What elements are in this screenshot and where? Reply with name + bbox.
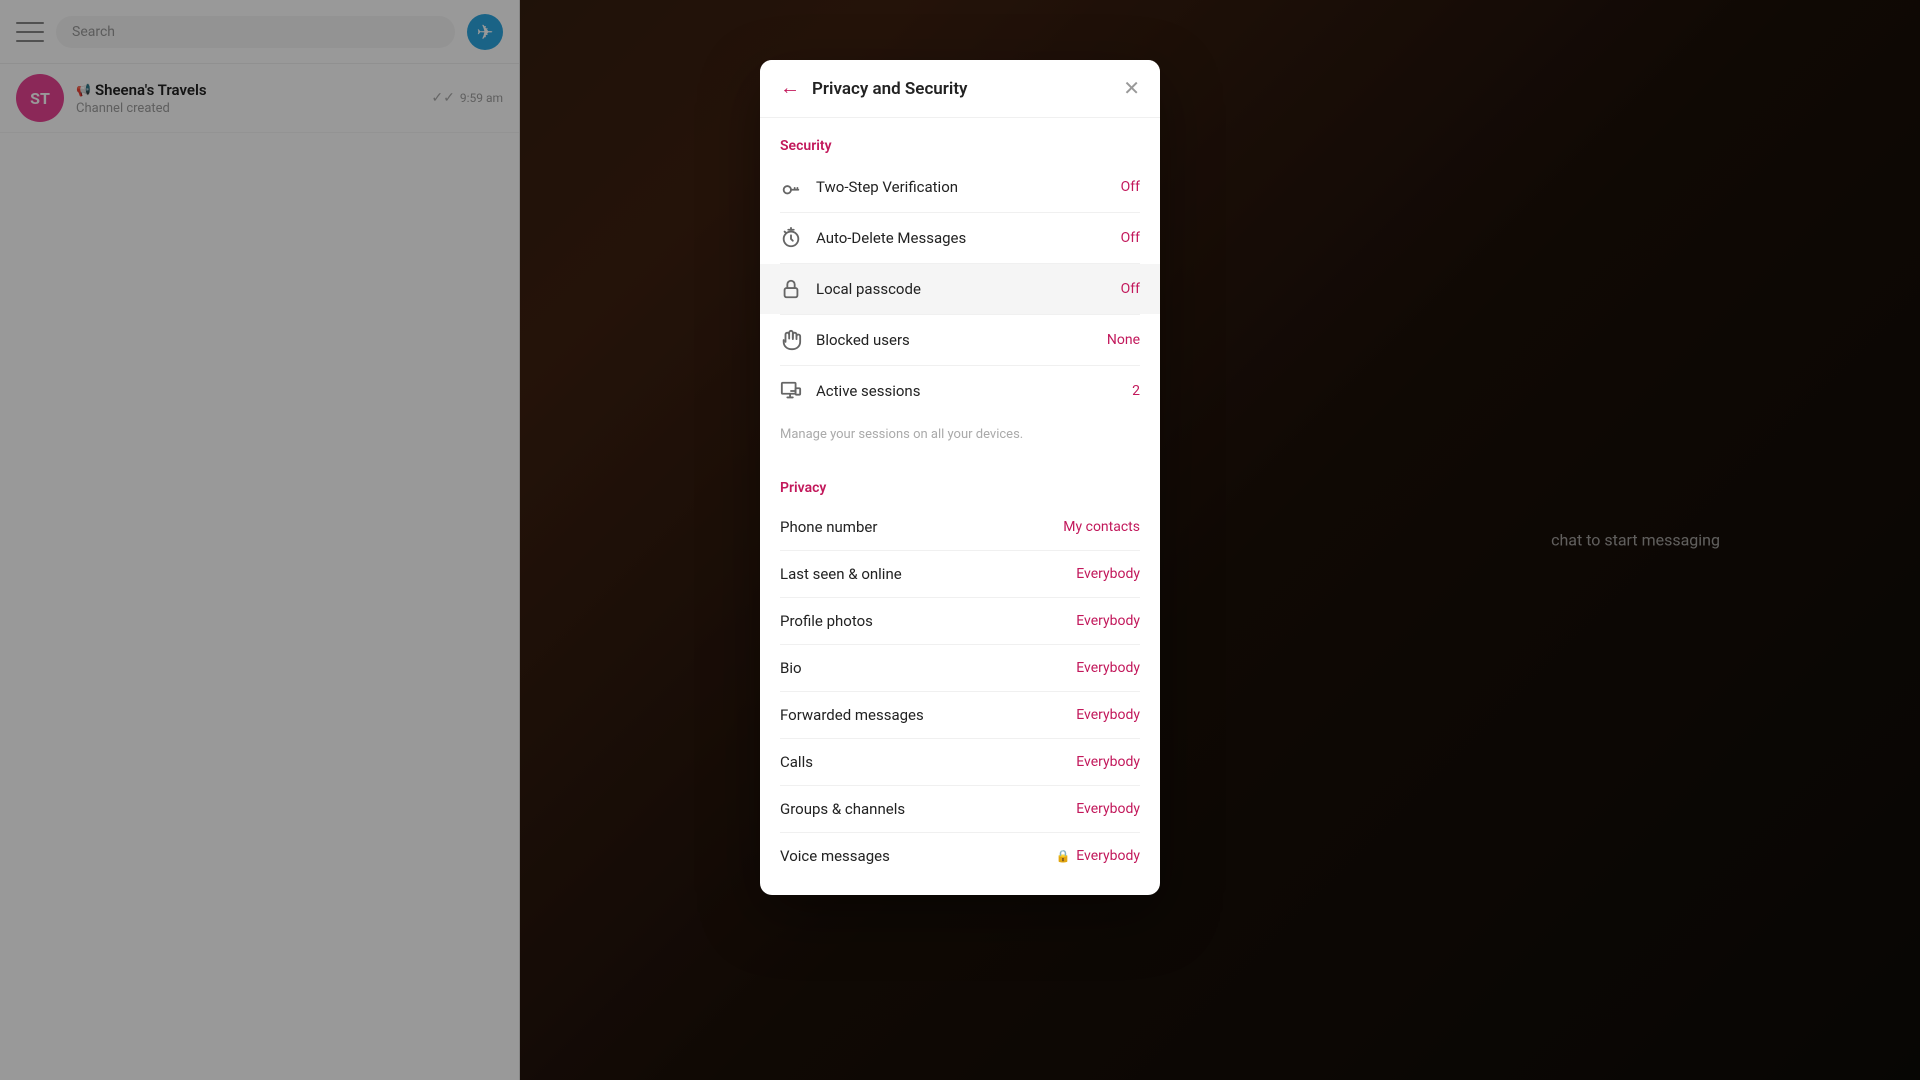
item-label-bio: Bio <box>780 659 1062 677</box>
item-value-last-seen: Everybody <box>1076 566 1140 582</box>
settings-item-phone-number[interactable]: Phone number My contacts <box>760 504 1160 550</box>
lock-badge-icon: 🔒 <box>1056 849 1071 863</box>
item-label-auto-delete: Auto-Delete Messages <box>816 229 1107 247</box>
settings-item-auto-delete[interactable]: Auto-Delete Messages Off <box>760 213 1160 263</box>
modal-header: ← Privacy and Security ✕ <box>760 60 1160 118</box>
settings-item-active-sessions[interactable]: Active sessions 2 <box>760 366 1160 416</box>
item-label-phone-number: Phone number <box>780 518 1049 536</box>
modal-close-button[interactable]: ✕ <box>1123 76 1140 101</box>
item-value-phone-number: My contacts <box>1063 519 1140 535</box>
settings-item-profile-photos[interactable]: Profile photos Everybody <box>760 598 1160 644</box>
security-section-description: Manage your sessions on all your devices… <box>760 416 1160 460</box>
item-label-calls: Calls <box>780 753 1062 771</box>
modal-back-button[interactable]: ← <box>780 77 800 100</box>
settings-item-forwarded-messages[interactable]: Forwarded messages Everybody <box>760 692 1160 738</box>
key-icon <box>780 176 802 198</box>
lock-icon <box>780 278 802 300</box>
item-label-blocked-users: Blocked users <box>816 331 1093 349</box>
settings-item-blocked-users[interactable]: Blocked users None <box>760 315 1160 365</box>
item-value-active-sessions: 2 <box>1132 383 1140 399</box>
item-value-local-passcode: Off <box>1121 281 1140 297</box>
item-value-blocked-users: None <box>1107 332 1140 348</box>
modal-body[interactable]: Security Two-Step Verification Off <box>760 118 1160 895</box>
monitor-icon <box>780 380 802 402</box>
item-label-active-sessions: Active sessions <box>816 382 1118 400</box>
settings-item-calls[interactable]: Calls Everybody <box>760 739 1160 785</box>
item-label-two-step: Two-Step Verification <box>816 178 1107 196</box>
item-value-auto-delete: Off <box>1121 230 1140 246</box>
section-heading-security: Security <box>760 118 1160 162</box>
item-value-profile-photos: Everybody <box>1076 613 1140 629</box>
item-value-forwarded-messages: Everybody <box>1076 707 1140 723</box>
item-label-forwarded-messages: Forwarded messages <box>780 706 1062 724</box>
item-value-bio: Everybody <box>1076 660 1140 676</box>
settings-item-local-passcode[interactable]: Local passcode Off <box>760 264 1160 314</box>
hand-icon <box>780 329 802 351</box>
item-label-local-passcode: Local passcode <box>816 280 1107 298</box>
item-value-two-step: Off <box>1121 179 1140 195</box>
item-value-groups-channels: Everybody <box>1076 801 1140 817</box>
item-label-profile-photos: Profile photos <box>780 612 1062 630</box>
settings-item-last-seen[interactable]: Last seen & online Everybody <box>760 551 1160 597</box>
settings-item-groups-channels[interactable]: Groups & channels Everybody <box>760 786 1160 832</box>
modal-title: Privacy and Security <box>812 79 1111 99</box>
settings-item-bio[interactable]: Bio Everybody <box>760 645 1160 691</box>
item-value-voice-messages: 🔒 Everybody <box>1056 848 1140 864</box>
item-value-calls: Everybody <box>1076 754 1140 770</box>
item-label-voice-messages: Voice messages <box>780 847 1042 865</box>
timer-icon <box>780 227 802 249</box>
section-heading-privacy: Privacy <box>760 460 1160 504</box>
item-label-last-seen: Last seen & online <box>780 565 1062 583</box>
item-label-groups-channels: Groups & channels <box>780 800 1062 818</box>
modal-overlay: ← Privacy and Security ✕ Security Two-St… <box>0 0 1920 1080</box>
settings-item-two-step-verification[interactable]: Two-Step Verification Off <box>760 162 1160 212</box>
privacy-security-modal: ← Privacy and Security ✕ Security Two-St… <box>760 60 1160 895</box>
settings-item-voice-messages[interactable]: Voice messages 🔒 Everybody <box>760 833 1160 879</box>
